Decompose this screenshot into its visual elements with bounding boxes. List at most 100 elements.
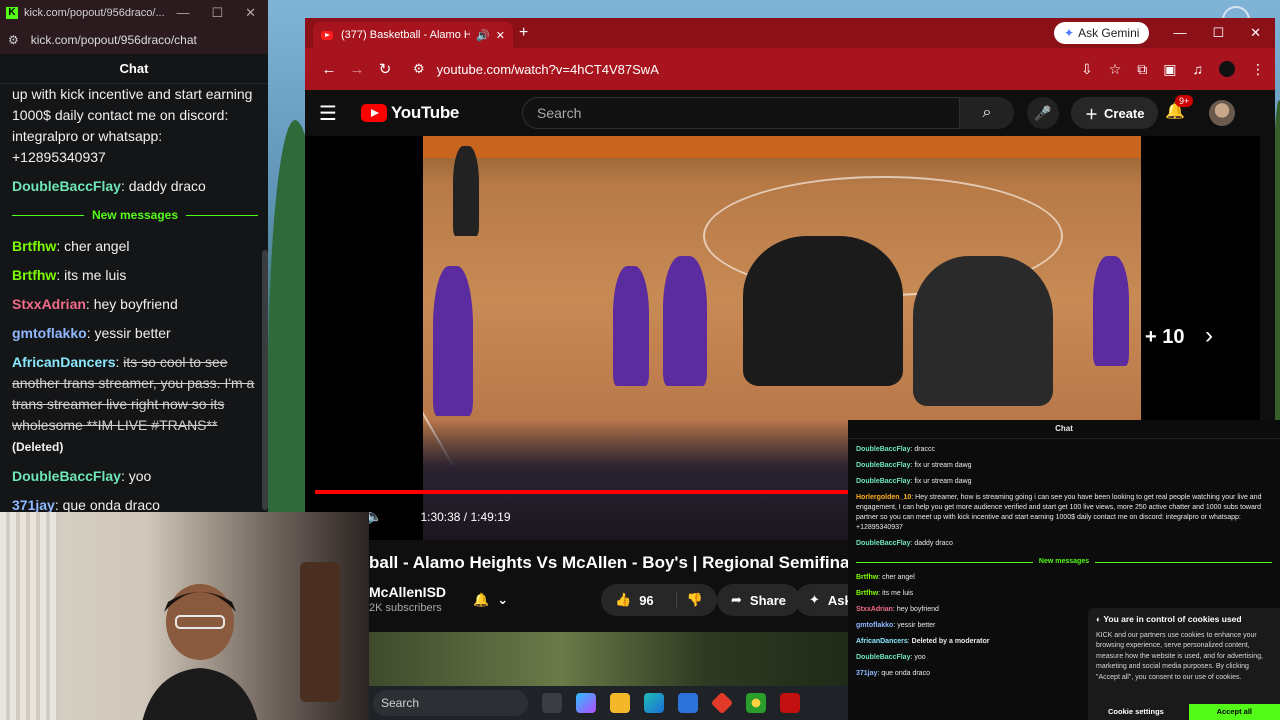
accept-all-button[interactable]: Accept all (1188, 703, 1280, 720)
tab-close-icon[interactable]: ✕ (496, 29, 505, 42)
notification-bell-button[interactable]: 🔔 ⌄ (459, 584, 522, 616)
chevron-right-icon[interactable]: › (1205, 322, 1213, 350)
chat-username[interactable]: DoubleBaccFlay (12, 178, 121, 194)
kick-chat-list: up with kick incentive and start earning… (0, 84, 268, 516)
file-explorer-icon[interactable] (610, 693, 630, 713)
account-avatar[interactable] (1209, 100, 1235, 126)
address-bar[interactable]: ⚙ youtube.com/watch?v=4hCT4V87SwA (413, 54, 659, 84)
overlay-username: AfricanDancers (856, 638, 908, 645)
overlay-text: fix ur stream dawg (914, 478, 972, 485)
share-button[interactable]: ➦ Share (717, 584, 801, 616)
share-label: Share (749, 592, 787, 608)
ask-gemini-button[interactable]: ✦ Ask Gemini (1054, 22, 1150, 44)
deleted-tag: (Deleted) (12, 440, 64, 454)
tab-title: (377) Basketball - Alamo He (341, 29, 471, 41)
webcam-feed (0, 512, 369, 720)
tab-search-icon[interactable]: ▣ (1163, 61, 1176, 78)
window-blinds (0, 512, 60, 720)
search-input[interactable]: Search (522, 97, 960, 129)
ask-gemini-label: Ask Gemini (1078, 26, 1140, 40)
install-app-icon[interactable]: ⇩ (1081, 61, 1093, 78)
like-count: 96 (639, 592, 654, 608)
reload-icon[interactable]: ↻ (371, 60, 399, 78)
share-icon: ➦ (731, 592, 742, 607)
chat-username[interactable]: AfricanDancers (12, 354, 116, 370)
cookie-title: ◐ You are in control of cookies used (1096, 614, 1272, 625)
notifications-button[interactable]: 🔔 9+ (1165, 95, 1194, 121)
cookie-title-text: You are in control of cookies used (1103, 614, 1242, 624)
search-button[interactable]: ⌕ (960, 97, 1014, 129)
chat-username[interactable]: gmtoflakko (12, 325, 87, 341)
dislike-icon[interactable]: 👎 (675, 592, 703, 608)
new-tab-icon[interactable]: + (519, 24, 528, 42)
back-icon[interactable]: ← (315, 61, 343, 78)
minimize-icon[interactable]: — (1173, 25, 1186, 41)
chrome-menu-icon[interactable]: ⋮ (1251, 61, 1265, 78)
chat-message-text: daddy draco (128, 178, 206, 194)
chrome-icon[interactable] (746, 693, 766, 713)
create-button[interactable]: ＋ Create (1071, 97, 1159, 129)
progress-bar-fill (315, 490, 896, 494)
overlay-text: its me luis (882, 590, 914, 597)
search-icon: ⌕ (982, 104, 992, 121)
channel-name[interactable]: McAllenISD (369, 584, 446, 600)
forward-icon[interactable]: → (343, 61, 371, 78)
voice-search-button[interactable]: 🎤 (1027, 97, 1059, 129)
chat-username[interactable]: Brtfhw (12, 238, 56, 254)
like-button[interactable]: 👍 96 👎 (601, 584, 717, 616)
chat-username[interactable]: DoubleBaccFlay (12, 468, 121, 484)
close-icon[interactable]: ✕ (1250, 25, 1261, 41)
task-view-icon[interactable] (542, 693, 562, 713)
extensions-icon[interactable]: ⧉ (1137, 61, 1147, 78)
chat-message: DoubleBaccFlay: yoo (12, 468, 152, 484)
taskbar-search[interactable]: Search (373, 690, 528, 716)
chat-username[interactable]: StxxAdrian (12, 296, 86, 312)
mcafee-icon[interactable] (780, 693, 800, 713)
video-title: ball - Alamo Heights Vs McAllen - Boy's … (369, 553, 888, 572)
site-settings-icon[interactable]: ⚙ (8, 33, 19, 47)
search-placeholder: Search (537, 105, 582, 121)
media-controls-icon[interactable]: ♫ (1193, 61, 1204, 77)
shelf-decor (300, 562, 340, 702)
edge-icon[interactable] (644, 693, 664, 713)
maximize-icon[interactable]: ☐ (211, 5, 223, 21)
copilot-icon[interactable] (576, 693, 596, 713)
youtube-logo[interactable]: YouTube (361, 103, 459, 123)
thumbnail-strip[interactable] (369, 632, 849, 688)
chat-message-deleted: AfricanDancers: its so cool to see anoth… (12, 354, 255, 454)
app-icon[interactable] (710, 691, 734, 715)
chat-username[interactable]: 371jay (12, 497, 55, 513)
kick-address-bar[interactable]: ⚙ kick.com/popout/956draco/chat (0, 26, 268, 54)
youtube-header: ☰ YouTube Search ⌕ 🎤 ＋ Create 🔔 9+ (305, 90, 1275, 136)
overlay-text: daddy draco (914, 540, 953, 547)
more-items-count[interactable]: + 10 (1145, 326, 1184, 349)
menu-icon[interactable]: ☰ (319, 101, 349, 126)
maximize-icon[interactable]: ☐ (1212, 25, 1224, 41)
youtube-play-icon (361, 104, 387, 122)
overlay-username: DoubleBaccFlay (856, 462, 911, 469)
chevron-down-icon: ⌄ (497, 592, 509, 607)
minimize-icon[interactable]: — (176, 5, 189, 21)
close-icon[interactable]: ✕ (245, 5, 256, 21)
cookie-body: KICK and our partners use cookies to enh… (1096, 631, 1263, 681)
create-label: Create (1104, 105, 1145, 121)
time-display: 1:30:38 / 1:49:19 (420, 509, 511, 524)
site-info-icon[interactable]: ⚙ (413, 61, 425, 77)
profile-avatar[interactable] (1219, 61, 1235, 77)
kick-logo-icon: K (6, 7, 18, 19)
overlay-chat-header: Chat (848, 420, 1280, 439)
speaker-icon[interactable]: 🔊 (476, 29, 490, 42)
players-huddle (743, 236, 903, 386)
tab-youtube[interactable]: (377) Basketball - Alamo He 🔊 ✕ (313, 22, 513, 48)
bell-icon: 🔔 (473, 592, 490, 607)
overlay-username: Brtfhw (856, 574, 879, 581)
cookie-settings-button[interactable]: Cookie settings (1096, 705, 1176, 720)
overlay-chat-message: Brtfhw: its me luis (856, 590, 914, 597)
store-icon[interactable] (678, 693, 698, 713)
chat-scrollbar[interactable] (262, 250, 268, 510)
overlay-username: StxxAdrian (856, 606, 893, 613)
chat-username[interactable]: Brtfhw (12, 267, 56, 283)
bookmark-star-icon[interactable]: ☆ (1109, 61, 1122, 78)
notification-badge: 9+ (1175, 95, 1194, 107)
chat-message: Brtfhw: its me luis (12, 267, 127, 283)
